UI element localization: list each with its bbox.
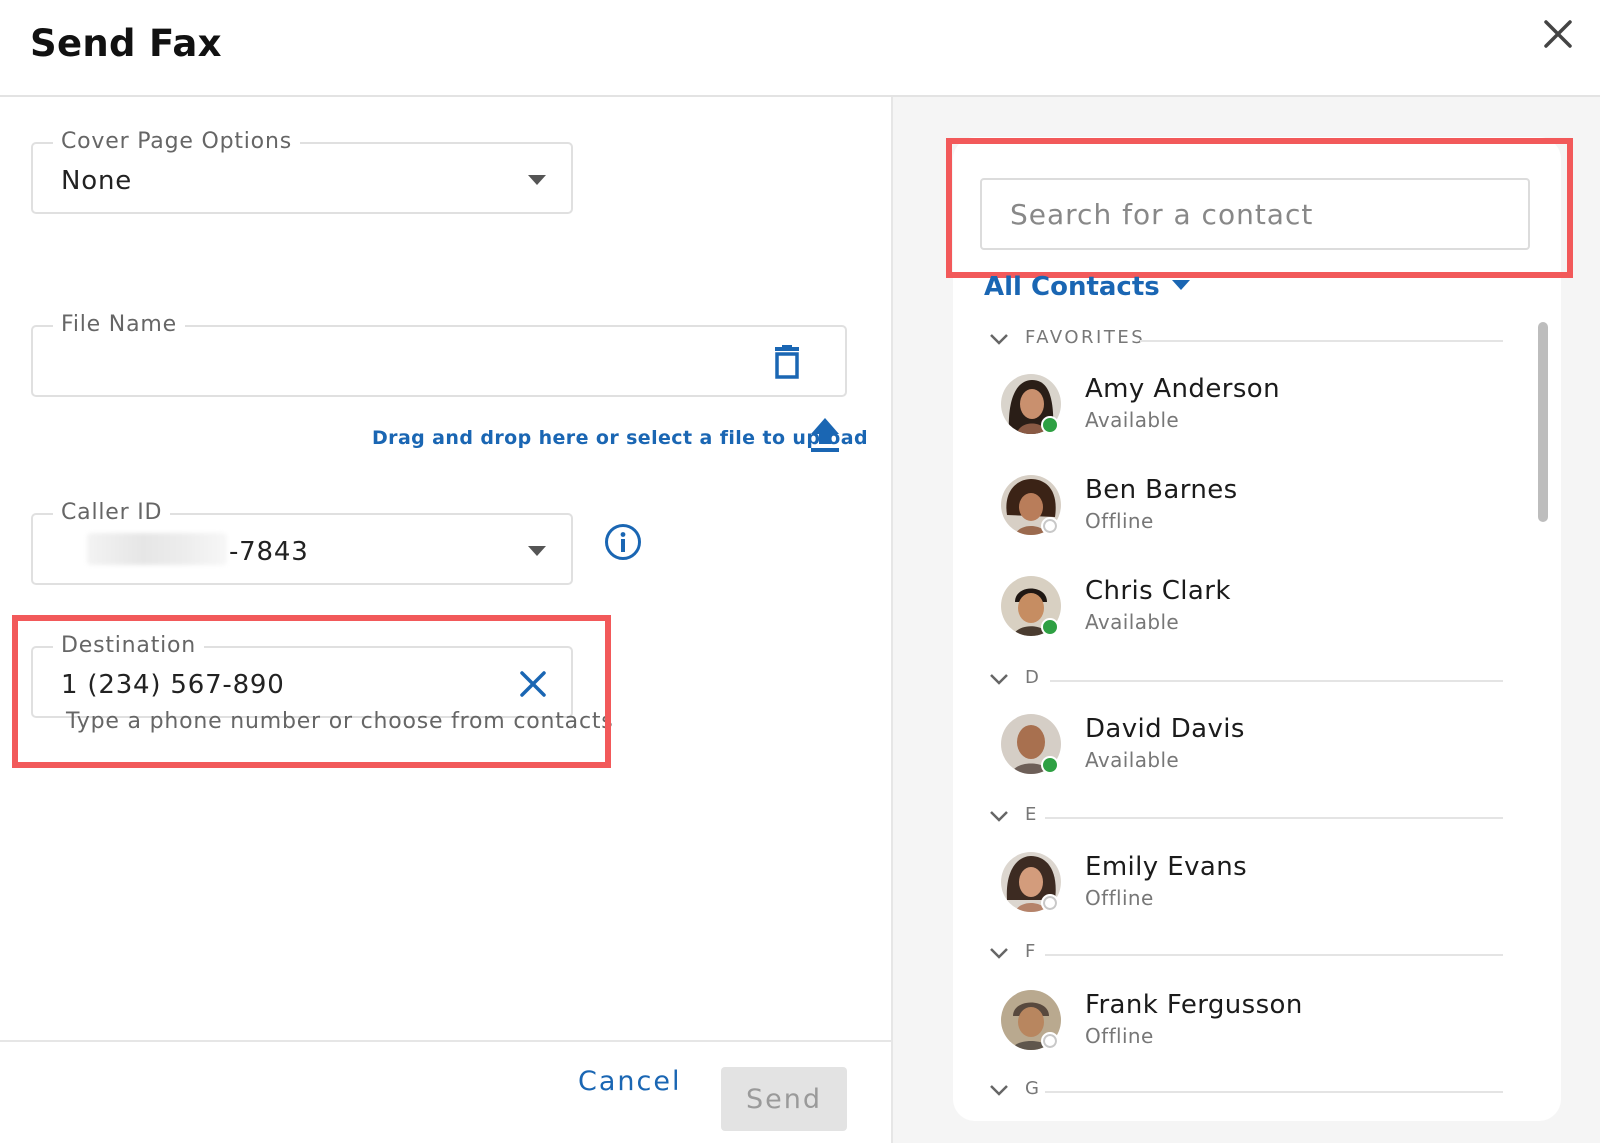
section-label: F xyxy=(1025,941,1038,962)
status-offline-indicator xyxy=(1041,1032,1059,1050)
section-divider xyxy=(1045,954,1503,956)
contact-item[interactable]: Frank Fergusson Offline xyxy=(985,986,1505,1066)
contact-status: Available xyxy=(1085,748,1180,772)
info-icon[interactable] xyxy=(604,523,642,561)
contact-item[interactable]: David Davis Available xyxy=(985,710,1505,790)
contact-name: Frank Fergusson xyxy=(1085,990,1303,1020)
section-d[interactable]: D xyxy=(985,664,1525,704)
chevron-down-icon xyxy=(990,948,1008,959)
send-fax-dialog: Send Fax Cover Page Options None File Na… xyxy=(0,0,1600,1143)
contact-name: David Davis xyxy=(1085,714,1245,744)
caller-id-select[interactable]: Caller ID -7843 xyxy=(31,499,573,585)
caret-down-icon xyxy=(528,546,546,556)
redacted-number xyxy=(87,533,227,565)
status-offline-indicator xyxy=(1041,517,1059,535)
dialog-title: Send Fax xyxy=(30,22,222,65)
contact-item[interactable]: Chris Clark Available xyxy=(985,572,1505,652)
contact-name: Amy Anderson xyxy=(1085,374,1280,404)
contact-list: FAVORITES Amy Anderson Available Ben Bar… xyxy=(985,320,1525,1100)
send-button[interactable]: Send xyxy=(721,1067,847,1131)
status-available-indicator xyxy=(1041,756,1059,774)
cover-page-label: Cover Page Options xyxy=(53,128,300,156)
section-divider xyxy=(1045,817,1503,819)
file-name-field[interactable]: File Name xyxy=(31,311,847,397)
contact-item[interactable]: Emily Evans Offline xyxy=(985,848,1505,928)
search-highlight xyxy=(946,138,1573,278)
section-favorites[interactable]: FAVORITES xyxy=(985,324,1525,364)
caret-down-icon xyxy=(528,175,546,185)
caret-down-icon xyxy=(1171,279,1190,290)
section-divider xyxy=(1140,340,1503,342)
close-icon xyxy=(1544,20,1572,48)
cancel-button[interactable]: Cancel xyxy=(578,1066,681,1097)
section-label: E xyxy=(1025,804,1039,825)
section-divider xyxy=(1045,1091,1503,1093)
contact-name: Chris Clark xyxy=(1085,576,1231,606)
contact-name: Emily Evans xyxy=(1085,852,1248,882)
section-label: FAVORITES xyxy=(1025,327,1146,348)
footer-divider xyxy=(0,1040,891,1042)
upload-link[interactable]: Drag and drop here or select a file to u… xyxy=(372,427,868,449)
status-available-indicator xyxy=(1041,416,1059,434)
section-e[interactable]: E xyxy=(985,801,1525,841)
chevron-down-icon xyxy=(990,674,1008,685)
contact-status: Offline xyxy=(1085,886,1154,910)
contact-name: Ben Barnes xyxy=(1085,475,1238,505)
contact-list-scrollbar[interactable] xyxy=(1538,322,1548,522)
contacts-filter-dropdown[interactable]: All Contacts xyxy=(984,272,1190,302)
dialog-header: Send Fax xyxy=(0,0,1600,97)
caller-id-value: -7843 xyxy=(229,537,309,567)
fax-form: Cover Page Options None File Name Drag a… xyxy=(0,97,891,1143)
contact-status: Offline xyxy=(1085,509,1154,533)
chevron-down-icon xyxy=(990,334,1008,345)
contact-item[interactable]: Amy Anderson Available xyxy=(985,370,1505,450)
destination-highlight xyxy=(12,615,611,768)
chevron-down-icon xyxy=(990,811,1008,822)
cover-page-value: None xyxy=(61,166,133,196)
status-available-indicator xyxy=(1041,618,1059,636)
chevron-down-icon xyxy=(990,1085,1008,1096)
contact-status: Offline xyxy=(1085,1024,1154,1048)
contacts-filter-label: All Contacts xyxy=(984,272,1160,302)
close-button[interactable] xyxy=(1540,16,1576,52)
section-label: D xyxy=(1025,667,1042,688)
trash-icon[interactable] xyxy=(773,345,801,379)
contact-item[interactable]: Ben Barnes Offline xyxy=(985,471,1505,551)
contact-status: Available xyxy=(1085,610,1180,634)
section-f[interactable]: F xyxy=(985,938,1525,978)
contact-status: Available xyxy=(1085,408,1180,432)
section-g[interactable]: G xyxy=(985,1075,1525,1100)
section-divider xyxy=(1050,680,1503,682)
upload-icon[interactable] xyxy=(810,417,840,453)
status-offline-indicator xyxy=(1041,894,1059,912)
section-label: G xyxy=(1025,1078,1042,1099)
caller-id-label: Caller ID xyxy=(53,499,171,527)
cover-page-select[interactable]: Cover Page Options None xyxy=(31,128,573,214)
file-name-label: File Name xyxy=(53,311,185,339)
